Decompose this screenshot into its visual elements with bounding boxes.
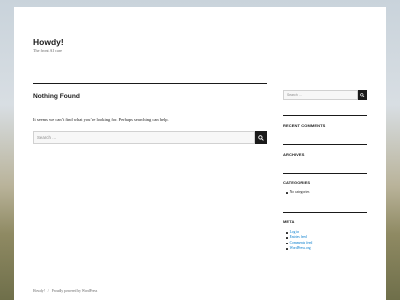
categories-title: CATEGORIES <box>283 180 311 185</box>
main-search-input[interactable]: Search … <box>33 131 255 144</box>
meta-link-wordpress-org[interactable]: WordPress.org <box>286 246 312 251</box>
archives-title: ARCHIVES <box>283 152 305 157</box>
recent-comments-divider <box>283 115 367 116</box>
list-item: No categories <box>286 190 309 195</box>
archives-divider <box>283 144 367 145</box>
site-footer: Howdy! / Proudly powered by WordPress <box>33 289 97 293</box>
main-divider <box>33 83 267 84</box>
meta-list: Log in Entries feed Comments feed WordPr… <box>286 230 312 252</box>
categories-list: No categories <box>286 190 309 195</box>
site-description: The front AI care <box>33 48 62 53</box>
page-card: Howdy! The front AI care Nothing Found I… <box>14 7 386 300</box>
footer-site-name[interactable]: Howdy! <box>33 289 45 293</box>
footer-powered-by[interactable]: Proudly powered by WordPress <box>52 289 97 293</box>
search-icon <box>258 134 264 141</box>
site-title-link[interactable]: Howdy! <box>33 37 64 47</box>
recent-comments-title: RECENT COMMENTS <box>283 123 326 128</box>
sidebar-search-form: Search … <box>283 90 367 100</box>
meta-divider <box>283 212 367 213</box>
footer-separator: / <box>47 289 49 293</box>
category-item-label: No categories <box>289 190 310 194</box>
sidebar-search-button[interactable] <box>358 90 367 100</box>
sidebar-search-input[interactable]: Search … <box>283 90 358 100</box>
categories-divider <box>283 173 367 174</box>
main-search-form: Search … <box>33 131 267 144</box>
not-found-message: It seems we can’t find what you’re looki… <box>33 117 169 122</box>
main-search-button[interactable] <box>255 131 267 144</box>
page-title: Nothing Found <box>33 93 80 100</box>
search-icon <box>360 92 365 98</box>
meta-title: META <box>283 219 295 224</box>
